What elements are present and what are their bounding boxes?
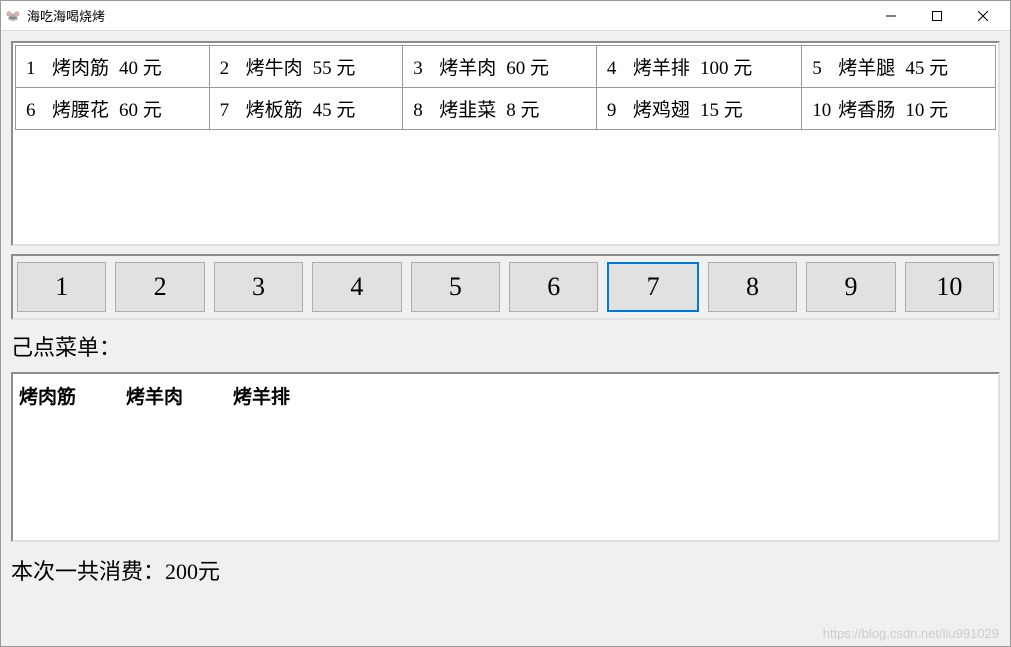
menu-cell-unit: 元 — [929, 100, 948, 121]
minimize-icon — [886, 11, 896, 21]
number-button-2[interactable]: 2 — [115, 262, 204, 312]
number-button-10[interactable]: 10 — [905, 262, 994, 312]
ordered-item: 烤羊排 — [233, 382, 290, 409]
window-title: 海吃海喝烧烤 — [27, 6, 868, 25]
menu-cell-price: 40 — [119, 58, 138, 80]
menu-cell[interactable]: 8 烤韭菜 8 元 — [403, 88, 597, 130]
menu-cell-price: 15 — [700, 100, 719, 122]
ordered-list-label: 己点菜单： — [11, 328, 1000, 364]
menu-cell-index: 10 — [812, 100, 832, 122]
ordered-item: 烤羊肉 — [126, 382, 183, 409]
total-label: 本次一共消费：200元 — [11, 550, 1000, 590]
menu-cell-price: 45 — [905, 58, 924, 80]
app-icon: 🐭 — [5, 8, 21, 24]
menu-cell-unit: 元 — [929, 58, 948, 79]
ordered-item: 烤肉筋 — [19, 382, 76, 409]
menu-cell-name: 烤牛肉 — [246, 53, 303, 80]
menu-cell[interactable]: 5 烤羊腿 45 元 — [802, 46, 996, 88]
close-icon — [978, 11, 988, 21]
menu-row: 6 烤腰花 60 元 7 烤板筋 45 元 8 烤韭菜 8 元 9 烤鸡翅 15 元 10 烤香肠… — [16, 88, 996, 130]
number-button-3[interactable]: 3 — [214, 262, 303, 312]
menu-cell-name: 烤羊腿 — [838, 53, 895, 80]
menu-cell-price: 60 — [506, 58, 525, 80]
menu-cell-price: 100 — [700, 58, 729, 80]
number-button-5[interactable]: 5 — [411, 262, 500, 312]
menu-cell-index: 3 — [413, 58, 433, 80]
close-button[interactable] — [960, 1, 1006, 31]
number-button-6[interactable]: 6 — [509, 262, 598, 312]
menu-cell-index: 9 — [607, 100, 627, 122]
menu-cell-name: 烤羊排 — [633, 53, 690, 80]
menu-cell-index: 5 — [812, 58, 832, 80]
menu-cell-index: 8 — [413, 100, 433, 122]
menu-cell[interactable]: 6 烤腰花 60 元 — [16, 88, 210, 130]
menu-table: 1 烤肉筋 40 元 2 烤牛肉 55 元 3 烤羊肉 60 元 4 烤羊排 100 元 5 烤羊… — [15, 45, 996, 130]
menu-cell-name: 烤腰花 — [52, 95, 109, 122]
menu-cell[interactable]: 2 烤牛肉 55 元 — [209, 46, 403, 88]
menu-panel: 1 烤肉筋 40 元 2 烤牛肉 55 元 3 烤羊肉 60 元 4 烤羊排 100 元 5 烤羊… — [11, 41, 1000, 246]
window-controls — [868, 1, 1006, 31]
menu-cell-unit: 元 — [143, 58, 162, 79]
number-button-4[interactable]: 4 — [312, 262, 401, 312]
maximize-button[interactable] — [914, 1, 960, 31]
menu-cell-unit: 元 — [530, 58, 549, 79]
menu-cell-name: 烤羊肉 — [439, 53, 496, 80]
titlebar: 🐭 海吃海喝烧烤 — [1, 1, 1010, 31]
menu-cell-index: 4 — [607, 58, 627, 80]
content-area: 1 烤肉筋 40 元 2 烤牛肉 55 元 3 烤羊肉 60 元 4 烤羊排 100 元 5 烤羊… — [1, 31, 1010, 646]
menu-cell-index: 2 — [220, 58, 240, 80]
menu-cell[interactable]: 10 烤香肠 10 元 — [802, 88, 996, 130]
menu-cell-unit: 元 — [336, 58, 355, 79]
menu-row: 1 烤肉筋 40 元 2 烤牛肉 55 元 3 烤羊肉 60 元 4 烤羊排 100 元 5 烤羊… — [16, 46, 996, 88]
menu-cell-price: 8 — [506, 100, 516, 122]
menu-cell[interactable]: 3 烤羊肉 60 元 — [403, 46, 597, 88]
menu-cell-name: 烤板筋 — [246, 95, 303, 122]
menu-cell-index: 6 — [26, 100, 46, 122]
number-button-panel: 1 2 3 4 5 6 7 8 9 10 — [11, 254, 1000, 320]
menu-cell[interactable]: 9 烤鸡翅 15 元 — [596, 88, 801, 130]
number-button-9[interactable]: 9 — [806, 262, 895, 312]
ordered-items: 烤肉筋 烤羊肉 烤羊排 — [19, 382, 992, 409]
number-button-1[interactable]: 1 — [17, 262, 106, 312]
minimize-button[interactable] — [868, 1, 914, 31]
menu-cell-name: 烤肉筋 — [52, 53, 109, 80]
maximize-icon — [932, 11, 942, 21]
menu-cell[interactable]: 4 烤羊排 100 元 — [596, 46, 801, 88]
number-button-7[interactable]: 7 — [607, 262, 698, 312]
menu-cell-price: 45 — [313, 100, 332, 122]
menu-cell[interactable]: 1 烤肉筋 40 元 — [16, 46, 210, 88]
menu-cell-price: 55 — [313, 58, 332, 80]
app-window: 🐭 海吃海喝烧烤 1烤肉筋40 元 2烤牛肉55 元 3烤羊肉60 元 4烤羊排… — [0, 0, 1011, 647]
menu-cell-name: 烤香肠 — [838, 95, 895, 122]
menu-cell[interactable]: 7 烤板筋 45 元 — [209, 88, 403, 130]
menu-cell-index: 1 — [26, 58, 46, 80]
menu-cell-name: 烤韭菜 — [439, 95, 496, 122]
menu-cell-name: 烤鸡翅 — [633, 95, 690, 122]
number-button-8[interactable]: 8 — [708, 262, 797, 312]
menu-cell-unit: 元 — [724, 100, 743, 121]
menu-cell-price: 10 — [905, 100, 924, 122]
menu-cell-unit: 元 — [521, 100, 540, 121]
menu-cell-unit: 元 — [143, 100, 162, 121]
menu-cell-unit: 元 — [733, 58, 752, 79]
menu-cell-unit: 元 — [336, 100, 355, 121]
menu-cell-price: 60 — [119, 100, 138, 122]
menu-cell-index: 7 — [220, 100, 240, 122]
ordered-list-panel: 烤肉筋 烤羊肉 烤羊排 — [11, 372, 1000, 542]
